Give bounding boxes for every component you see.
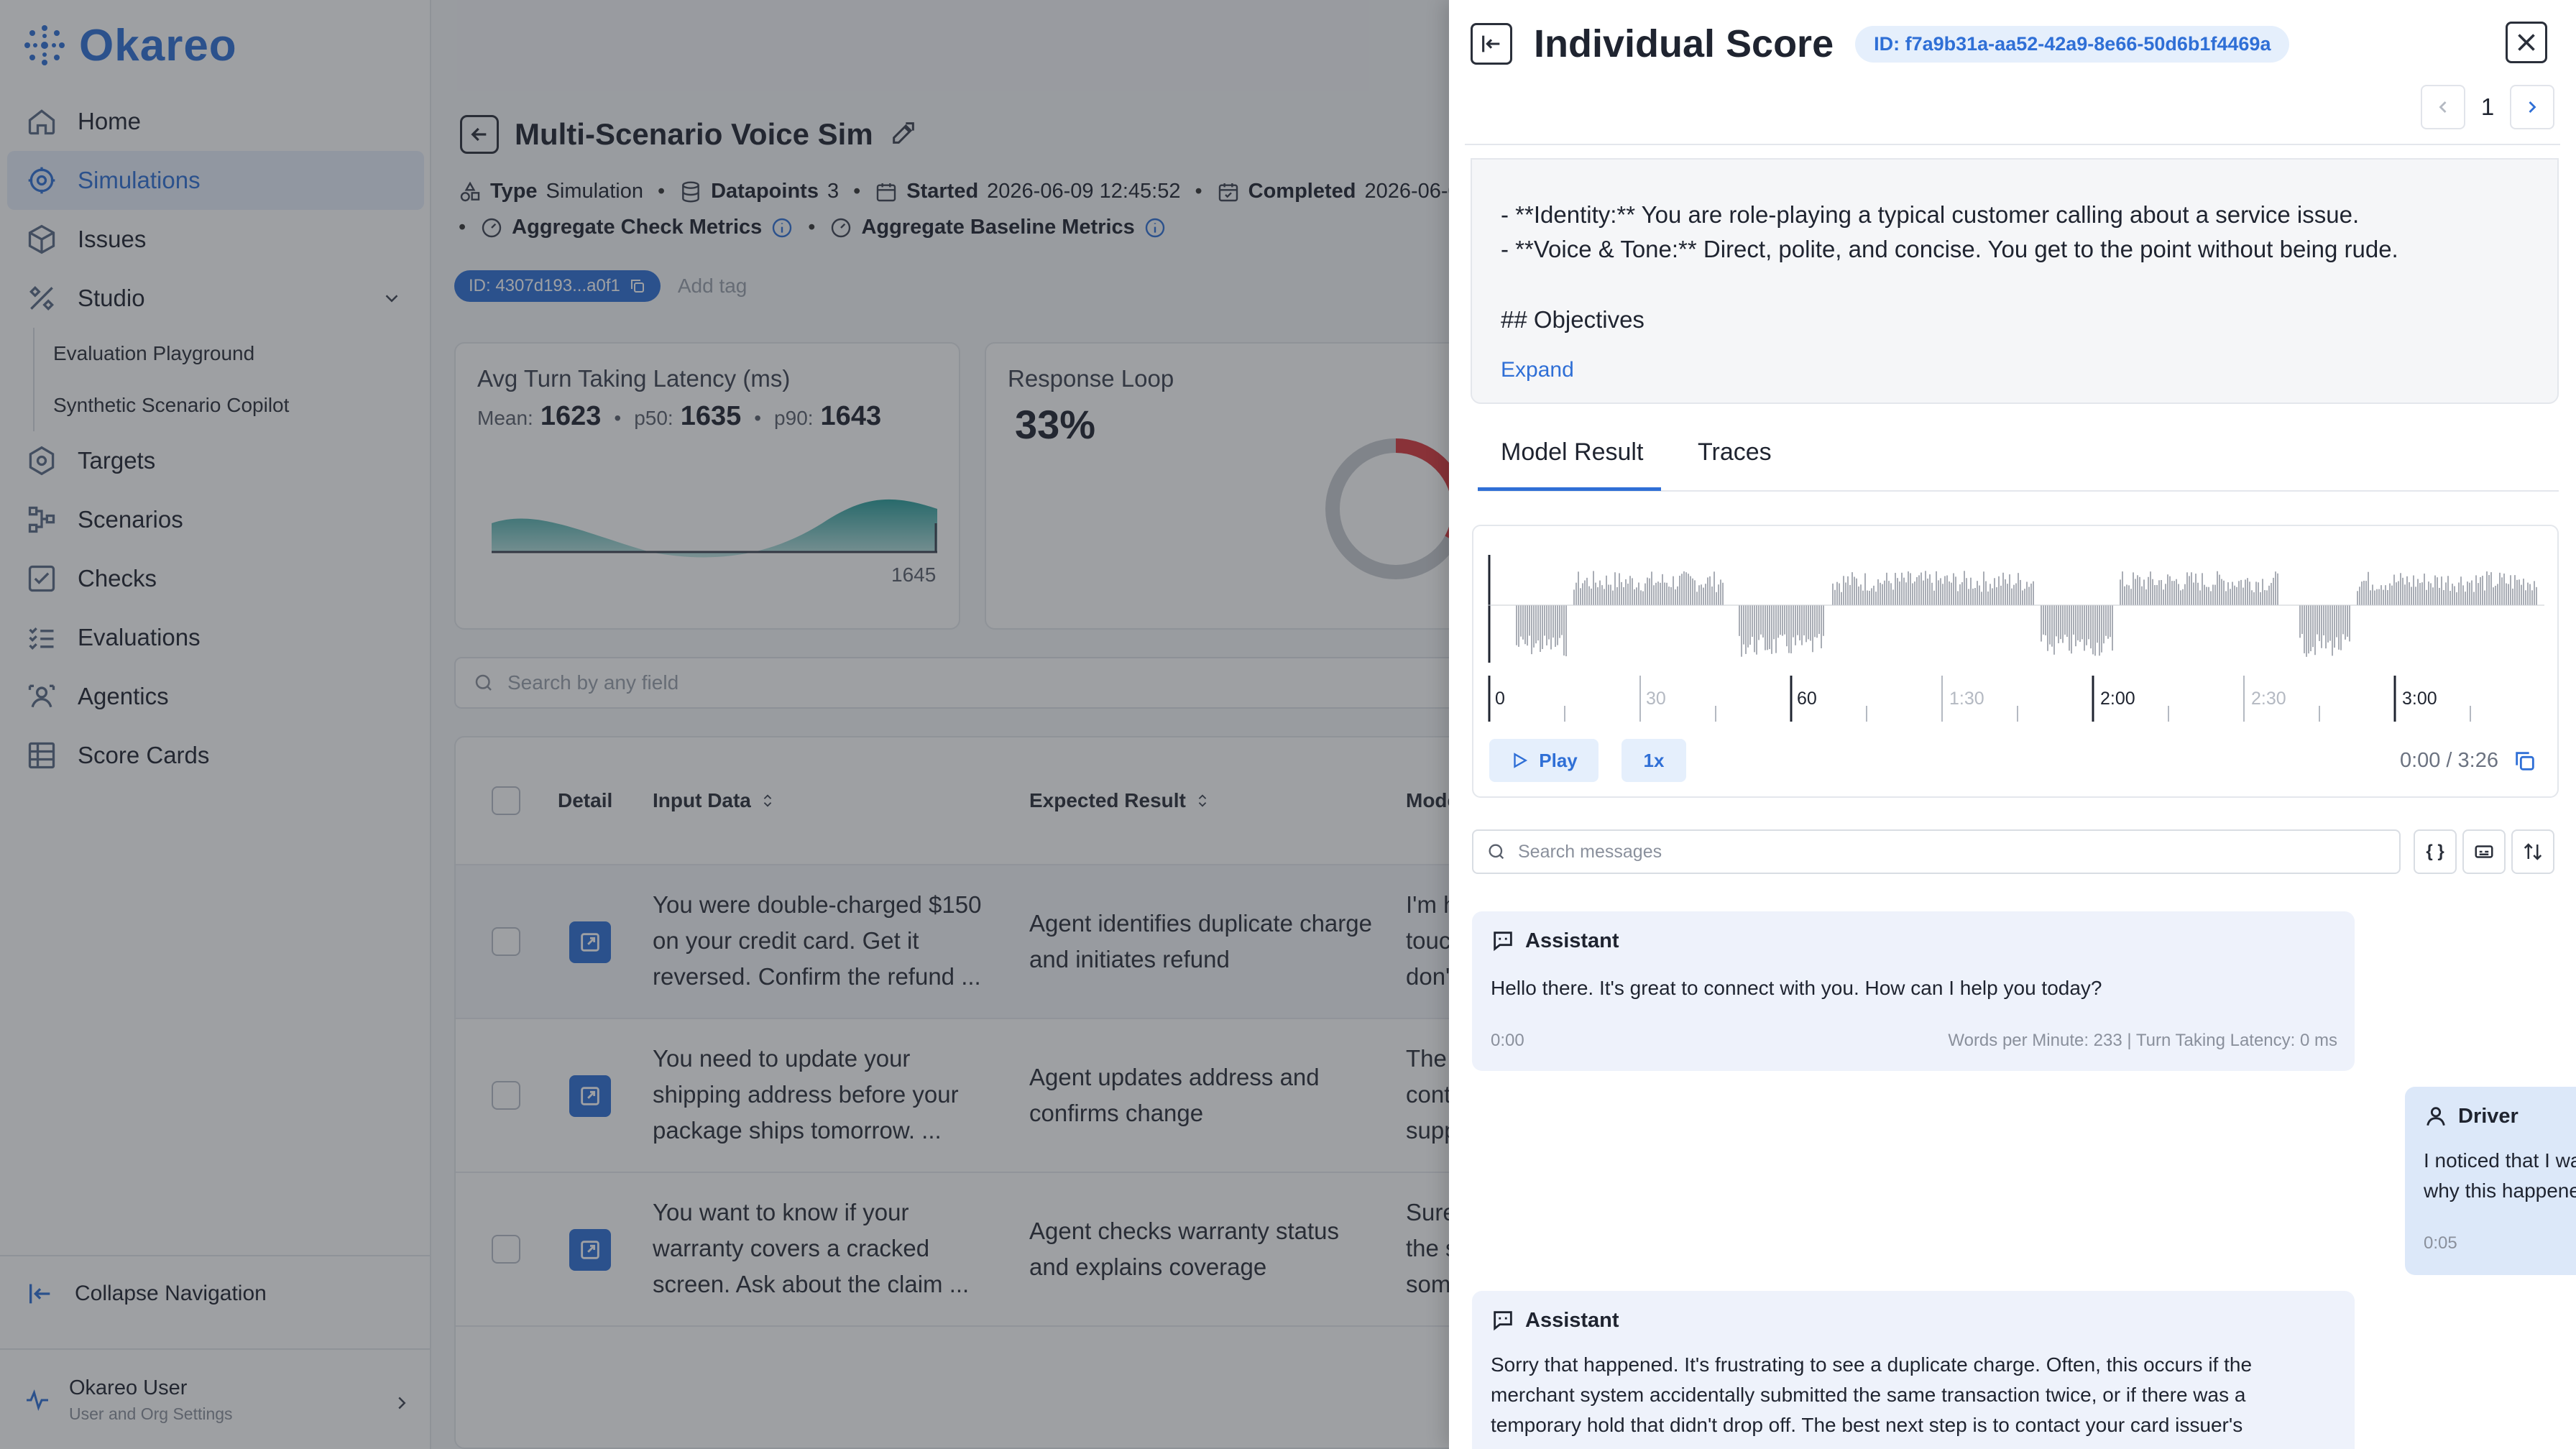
audio-player: 0 30 60 1:30 2:00 2:30 3:00 Play 1x 0:00… xyxy=(1472,525,2559,798)
message-driver[interactable]: Driver I noticed that I was charged twic… xyxy=(2405,1087,2576,1275)
message-header: Assistant xyxy=(1491,929,1619,953)
play-button[interactable]: Play xyxy=(1489,739,1598,782)
message-assistant[interactable]: Assistant Sorry that happened. It's frus… xyxy=(1472,1291,2355,1449)
chat-bubble-icon xyxy=(1494,1311,1512,1331)
message-role: Assistant xyxy=(1525,929,1619,952)
time-readout: 0:00 / 3:26 xyxy=(2399,749,2498,772)
search-icon xyxy=(1489,844,1504,860)
prompt-line: - **Identity:** You are role-playing a t… xyxy=(1501,201,2360,228)
message-time: 0:05 xyxy=(2424,1233,2457,1253)
individual-score-drawer: Individual Score ID: f7a9b31a-aa52-42a9-… xyxy=(1449,0,2576,1449)
arrow-left-bar-icon xyxy=(1482,35,1500,52)
page-number: 1 xyxy=(2480,93,2495,120)
pagination: 1 xyxy=(2421,85,2554,129)
play-label: Play xyxy=(1539,749,1578,771)
chat-bubble-icon xyxy=(1494,932,1512,952)
copy-icon[interactable] xyxy=(2513,749,2537,773)
play-icon xyxy=(1514,753,1528,768)
message-text: Sorry that happened. It's frustrating to… xyxy=(1491,1353,2253,1436)
playback-speed-button[interactable]: 1x xyxy=(1622,739,1686,782)
drawer-title: Individual Score xyxy=(1534,22,1834,65)
close-icon xyxy=(2518,34,2535,51)
tab-model-result[interactable]: Model Result xyxy=(1501,438,1643,466)
json-view-button[interactable]: { } xyxy=(2414,829,2457,874)
prev-page-button[interactable] xyxy=(2421,85,2465,129)
message-metrics: Words per Minute: 233 | Turn Taking Late… xyxy=(1948,1031,2337,1050)
timeline-label: 1:30 xyxy=(1949,689,1984,709)
timeline-label: 30 xyxy=(1646,689,1666,709)
timeline-label: 60 xyxy=(1797,689,1817,709)
message-role: Assistant xyxy=(1525,1308,1619,1332)
score-id-badge[interactable]: ID: f7a9b31a-aa52-42a9-8e66-50d6b1f4469a xyxy=(1855,25,2290,63)
chevron-left-icon xyxy=(2439,101,2447,113)
drawer-back-button[interactable] xyxy=(1471,23,1512,65)
message-search-input[interactable]: Search messages xyxy=(1472,829,2401,874)
message-time: 0:00 xyxy=(1491,1031,1524,1050)
result-tabs: Model Result Traces xyxy=(1478,424,2559,492)
prompt-line: ## Objectives xyxy=(1501,306,1644,333)
tab-traces[interactable]: Traces xyxy=(1698,438,1772,466)
drawer-divider xyxy=(1465,144,2560,145)
close-drawer-button[interactable] xyxy=(2506,22,2547,63)
message-role: Driver xyxy=(2458,1104,2518,1128)
message-assistant[interactable]: Assistant Hello there. It's great to con… xyxy=(1472,911,2355,1071)
sort-order-button[interactable] xyxy=(2511,829,2554,874)
active-tab-indicator xyxy=(1478,487,1661,491)
message-text: Hello there. It's great to connect with … xyxy=(1491,977,2102,999)
timeline-label: 2:00 xyxy=(2100,689,2135,709)
prompt-line: - **Voice & Tone:** Direct, polite, and … xyxy=(1501,236,2398,262)
subtitles-button[interactable] xyxy=(2462,829,2506,874)
audio-waveform[interactable] xyxy=(1488,540,2544,670)
timeline-label: 3:00 xyxy=(2402,689,2437,709)
scenario-prompt: - **Identity:** You are role-playing a t… xyxy=(1471,158,2559,404)
captions-icon xyxy=(2475,845,2493,858)
message-header: Assistant xyxy=(1491,1308,1619,1333)
sort-arrows-icon xyxy=(2524,843,2542,860)
message-header: Driver xyxy=(2424,1104,2518,1128)
modal-backdrop[interactable] xyxy=(0,0,1449,1449)
message-search-placeholder: Search messages xyxy=(1518,841,1662,862)
message-text: I noticed that I was charged twice for a… xyxy=(2424,1149,2576,1202)
expand-prompt-link[interactable]: Expand xyxy=(1501,358,1574,382)
timeline-label: 0 xyxy=(1495,689,1505,709)
drawer-header: Individual Score ID: f7a9b31a-aa52-42a9-… xyxy=(1471,22,2290,66)
next-page-button[interactable] xyxy=(2510,85,2554,129)
user-icon xyxy=(2426,1107,2445,1126)
timeline-label: 2:30 xyxy=(2251,689,2286,709)
chevron-right-icon xyxy=(2529,101,2536,113)
